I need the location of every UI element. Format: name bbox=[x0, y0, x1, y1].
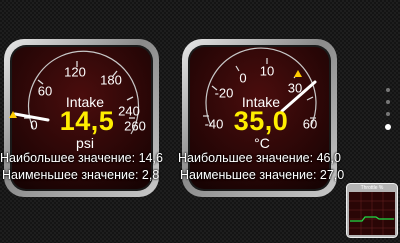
gauge-min-value: Наименьшее значение: 27,0 bbox=[180, 168, 345, 182]
tick-label: 0 bbox=[239, 70, 247, 86]
mini-widget-title: Throttle % bbox=[360, 185, 384, 191]
gauge-max-value: Наибольшее значение: 14,6 bbox=[0, 151, 163, 165]
page-dot[interactable] bbox=[386, 100, 390, 104]
tick-label: 260 bbox=[124, 118, 146, 134]
tick-label: 60 bbox=[37, 83, 53, 99]
tick-label: 120 bbox=[64, 64, 86, 80]
throttle-graph bbox=[346, 183, 398, 238]
tick-label: 180 bbox=[100, 72, 122, 88]
page-indicator[interactable] bbox=[385, 88, 391, 138]
tick-label: 10 bbox=[259, 63, 275, 79]
gauge-unit: psi bbox=[76, 135, 94, 151]
page-dot[interactable] bbox=[386, 88, 390, 92]
gauge-min-value: Наименьшее значение: 2,8 bbox=[2, 168, 160, 182]
gauge-value: 14,5 bbox=[59, 106, 115, 136]
gauge-value: 35,0 bbox=[233, 106, 289, 136]
page-dot[interactable] bbox=[386, 112, 390, 116]
gauge-unit: °C bbox=[254, 135, 270, 151]
gauge-max-value: Наибольшее значение: 46,0 bbox=[178, 151, 341, 165]
throttle-mini-widget[interactable]: Throttle % bbox=[346, 183, 398, 238]
tick-label: 0 bbox=[30, 117, 38, 133]
tick-label: 60 bbox=[302, 116, 318, 132]
page-dot-active[interactable] bbox=[385, 124, 391, 130]
